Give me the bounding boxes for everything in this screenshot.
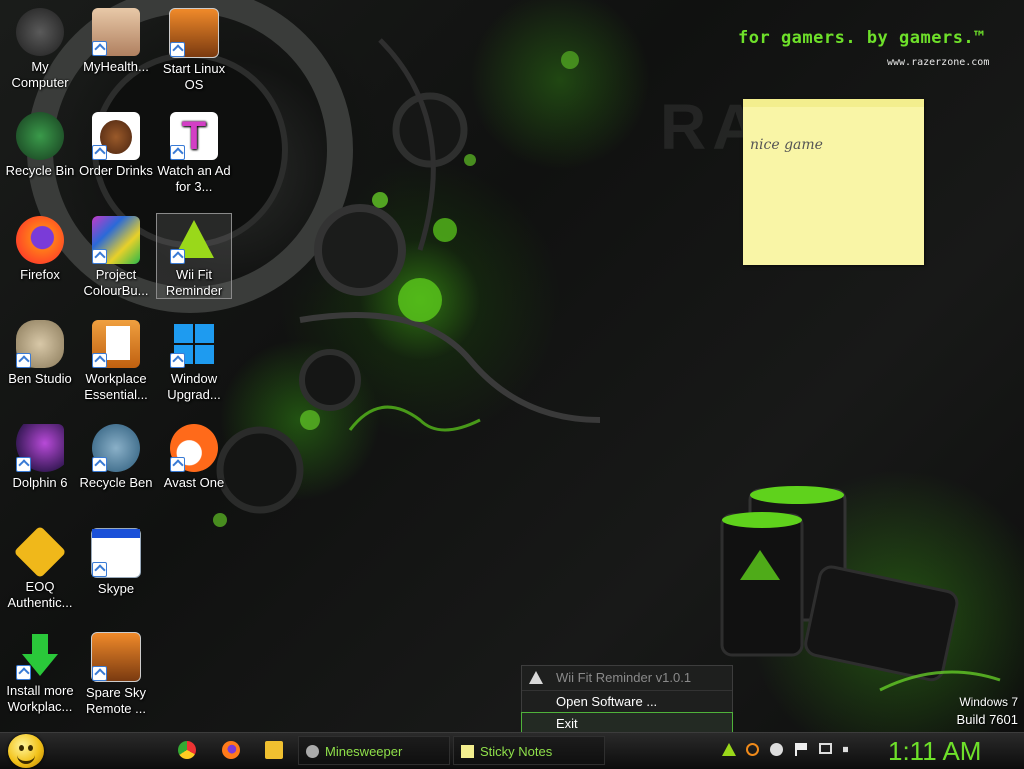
network-icon[interactable] (819, 743, 832, 754)
mine-icon (306, 745, 319, 758)
desktop-icon-recycle-bin[interactable]: Recycle Bin (3, 112, 77, 179)
sticky-notes-icon (461, 745, 474, 758)
warning-icon (170, 216, 218, 264)
desktop-icon-window-upgrad[interactable]: Window Upgrad... (157, 320, 231, 403)
desktop-icon-install-more-workplac[interactable]: Install more Workplac... (3, 632, 77, 715)
search-icon[interactable] (746, 743, 759, 756)
explorer-folder-icon[interactable] (265, 741, 283, 759)
menu-item-open-software[interactable]: Open Software ... (522, 691, 732, 713)
desktop-icon-recycle-ben[interactable]: Recycle Ben (79, 424, 153, 491)
firefox-icon (16, 216, 64, 264)
wallpaper-site: www.razerzone.com (887, 57, 990, 68)
sticky-note-text[interactable]: nice game (743, 107, 924, 153)
tray-context-menu: Wii Fit Reminder v1.0.1 Open Software ..… (521, 665, 733, 741)
taskbar-clock[interactable]: 1:11 AM (888, 734, 981, 768)
dog-icon (16, 320, 64, 368)
desktop-icon-watch-an-ad[interactable]: T Watch an Ad for 3... (157, 112, 231, 195)
taskbar: Minesweeper Sticky Notes 1:11 AM (0, 732, 1024, 769)
desktop-icon-myhealth[interactable]: MyHealth... (79, 8, 153, 75)
warning-icon[interactable] (722, 743, 736, 756)
icon-label: Install more Workplac... (6, 683, 74, 714)
recycle-bin-icon (16, 112, 64, 160)
folder-document-icon (92, 320, 140, 368)
window-icon (91, 528, 141, 578)
download-arrow-icon (16, 632, 64, 680)
icon-label: Ben Studio (8, 371, 72, 386)
taskbar-button-label: Sticky Notes (480, 744, 553, 759)
desktop-icon-workplace-essential[interactable]: Workplace Essential... (79, 320, 153, 403)
icon-label: Window Upgrad... (167, 371, 221, 402)
firefox-icon[interactable] (222, 741, 240, 759)
avast-icon (170, 424, 218, 472)
watermark-os: Windows 7 (959, 695, 1018, 709)
volume-icon[interactable] (843, 743, 854, 756)
window-app-icon (91, 632, 141, 682)
start-button[interactable] (8, 734, 44, 768)
icon-label: Skype (97, 581, 135, 596)
menu-title-text: Wii Fit Reminder v1.0.1 (556, 670, 692, 685)
icon-label: Dolphin 6 (12, 475, 68, 490)
icon-label: EOQ Authentic... (7, 579, 73, 610)
icon-label: Avast One (163, 475, 225, 490)
icon-label: Project ColourBu... (83, 267, 149, 298)
desktop-icon-avast-one[interactable]: Avast One (157, 424, 231, 491)
sticky-note[interactable]: nice game (743, 99, 924, 265)
computer-icon (16, 8, 64, 56)
ben-face-icon (92, 424, 140, 472)
avatar-icon (92, 8, 140, 56)
icon-label: Start Linux OS (162, 61, 226, 92)
icon-label: Spare Sky Remote ... (86, 685, 146, 716)
menu-title: Wii Fit Reminder v1.0.1 (522, 666, 732, 691)
flag-icon[interactable] (795, 743, 808, 756)
window-app-icon (169, 8, 219, 58)
icon-label: Recycle Ben (79, 475, 153, 490)
coffee-bean-icon (92, 112, 140, 160)
desktop-icon-my-computer[interactable]: My Computer (3, 8, 77, 91)
photo-collage-icon (92, 216, 140, 264)
warning-icon (529, 671, 543, 684)
desktop-icon-eoq-authentic[interactable]: EOQ Authentic... (3, 525, 77, 611)
sticky-note-titlebar[interactable] (743, 99, 924, 107)
desktop-icon-ben-studio[interactable]: Ben Studio (3, 320, 77, 387)
icon-label: Recycle Bin (5, 163, 75, 178)
icon-label: Order Drinks (79, 163, 153, 178)
icon-label: MyHealth... (83, 59, 149, 74)
dolphin-icon (16, 424, 64, 472)
t-letter-icon: T (170, 112, 218, 160)
desktop-icon-dolphin-6[interactable]: Dolphin 6 (3, 424, 77, 491)
taskbar-button-minesweeper[interactable]: Minesweeper (298, 736, 450, 765)
desktop-icon-wii-fit-reminder[interactable]: Wii Fit Reminder (156, 213, 232, 299)
windows-logo-icon (170, 320, 218, 368)
watermark-build: Build 7601 (956, 712, 1018, 727)
chrome-icon[interactable] (178, 741, 196, 759)
desktop-icon-start-linux-os[interactable]: Start Linux OS (157, 8, 231, 93)
windows-build-watermark: Windows 7 Build 7601 (957, 694, 1018, 728)
icon-label: Wii Fit Reminder (165, 267, 223, 298)
minus-circle-icon[interactable] (770, 743, 783, 756)
desktop-icon-project-colourbu[interactable]: Project ColourBu... (79, 216, 153, 299)
desktop-icon-firefox[interactable]: Firefox (3, 216, 77, 283)
taskbar-button-sticky-notes[interactable]: Sticky Notes (453, 736, 605, 765)
icon-label: My Computer (11, 59, 69, 90)
wallpaper-tagline: for gamers. by gamers.™ (738, 28, 985, 48)
taskbar-button-label: Minesweeper (325, 744, 403, 759)
icon-label: Firefox (20, 267, 60, 282)
desktop-icon-spare-sky-remote[interactable]: Spare Sky Remote ... (79, 632, 153, 717)
desktop-icon-order-drinks[interactable]: Order Drinks (79, 112, 153, 179)
icon-label: Watch an Ad for 3... (157, 163, 231, 194)
key-badge-icon (13, 525, 67, 579)
desktop-icon-skype[interactable]: Skype (79, 528, 153, 597)
icon-label: Workplace Essential... (84, 371, 148, 402)
